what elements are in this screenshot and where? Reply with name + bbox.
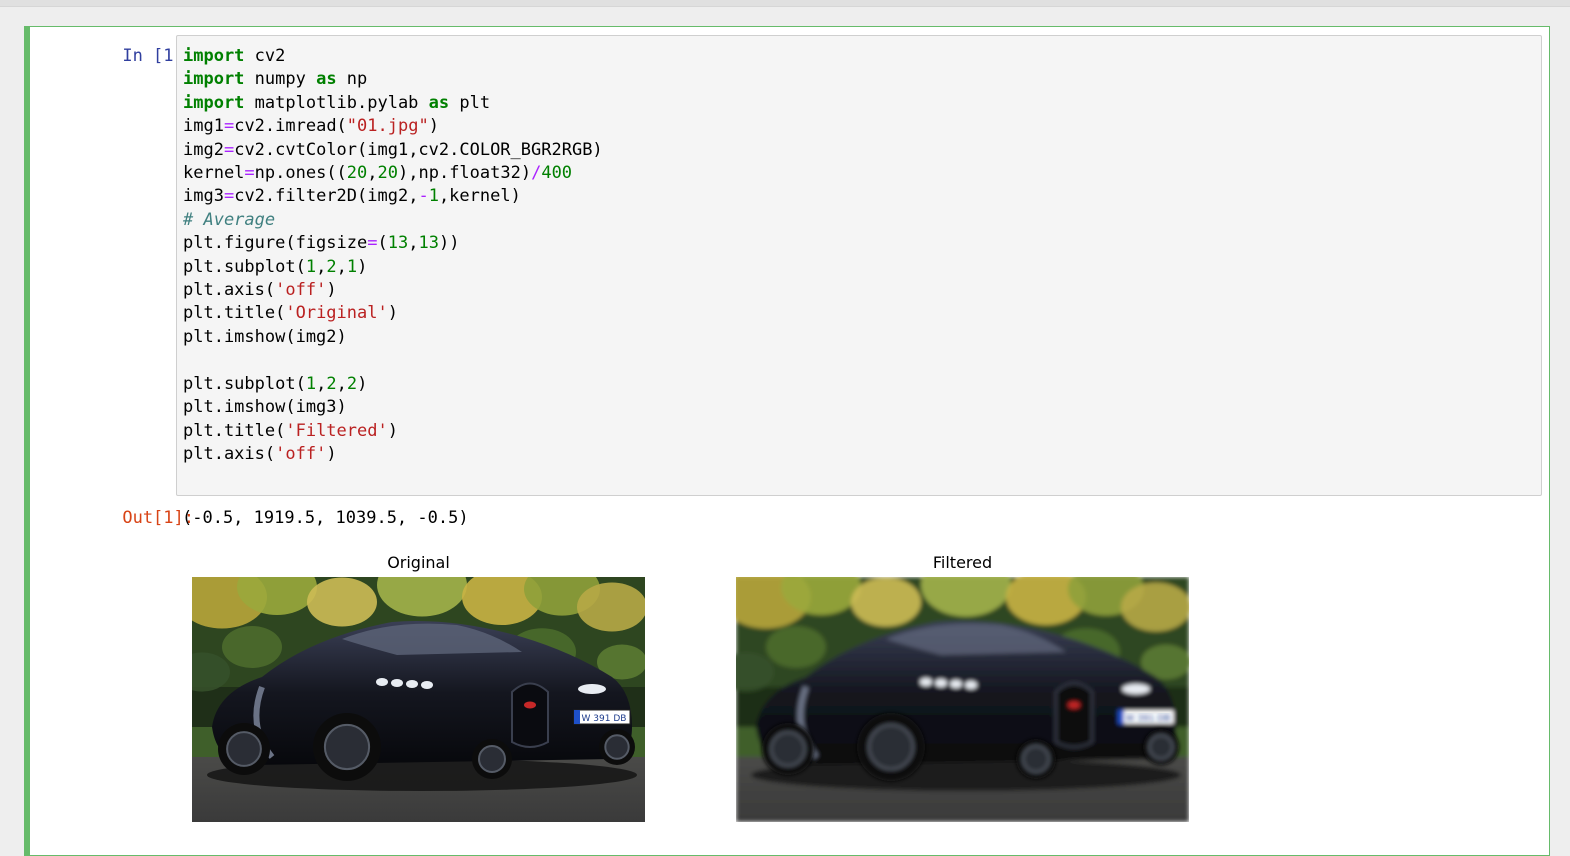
- figure-title-filtered: Filtered: [932, 553, 993, 572]
- license-plate-text: W 391 DB: [1126, 714, 1171, 724]
- figure-image-filtered: W 391 DB: [736, 577, 1189, 822]
- notebook-top-border: [0, 0, 1570, 7]
- code-cell[interactable]: In [1]: import cv2 import numpy as np im…: [24, 26, 1550, 856]
- output-text: (-0.5, 1919.5, 1039.5, -0.5): [182, 508, 469, 528]
- output-prompt: Out[1]:: [122, 508, 194, 528]
- figure-title-original: Original: [387, 553, 450, 572]
- code-editor[interactable]: import cv2 import numpy as np import mat…: [176, 35, 1542, 496]
- license-plate-text: W 391 DB: [582, 714, 627, 724]
- notebook-container: In [1]: import cv2 import numpy as np im…: [0, 7, 1570, 856]
- input-prompt: In [1]:: [122, 46, 194, 66]
- code-text[interactable]: import cv2 import numpy as np import mat…: [183, 45, 603, 466]
- figure-image-original: W 391 DB: [192, 577, 645, 822]
